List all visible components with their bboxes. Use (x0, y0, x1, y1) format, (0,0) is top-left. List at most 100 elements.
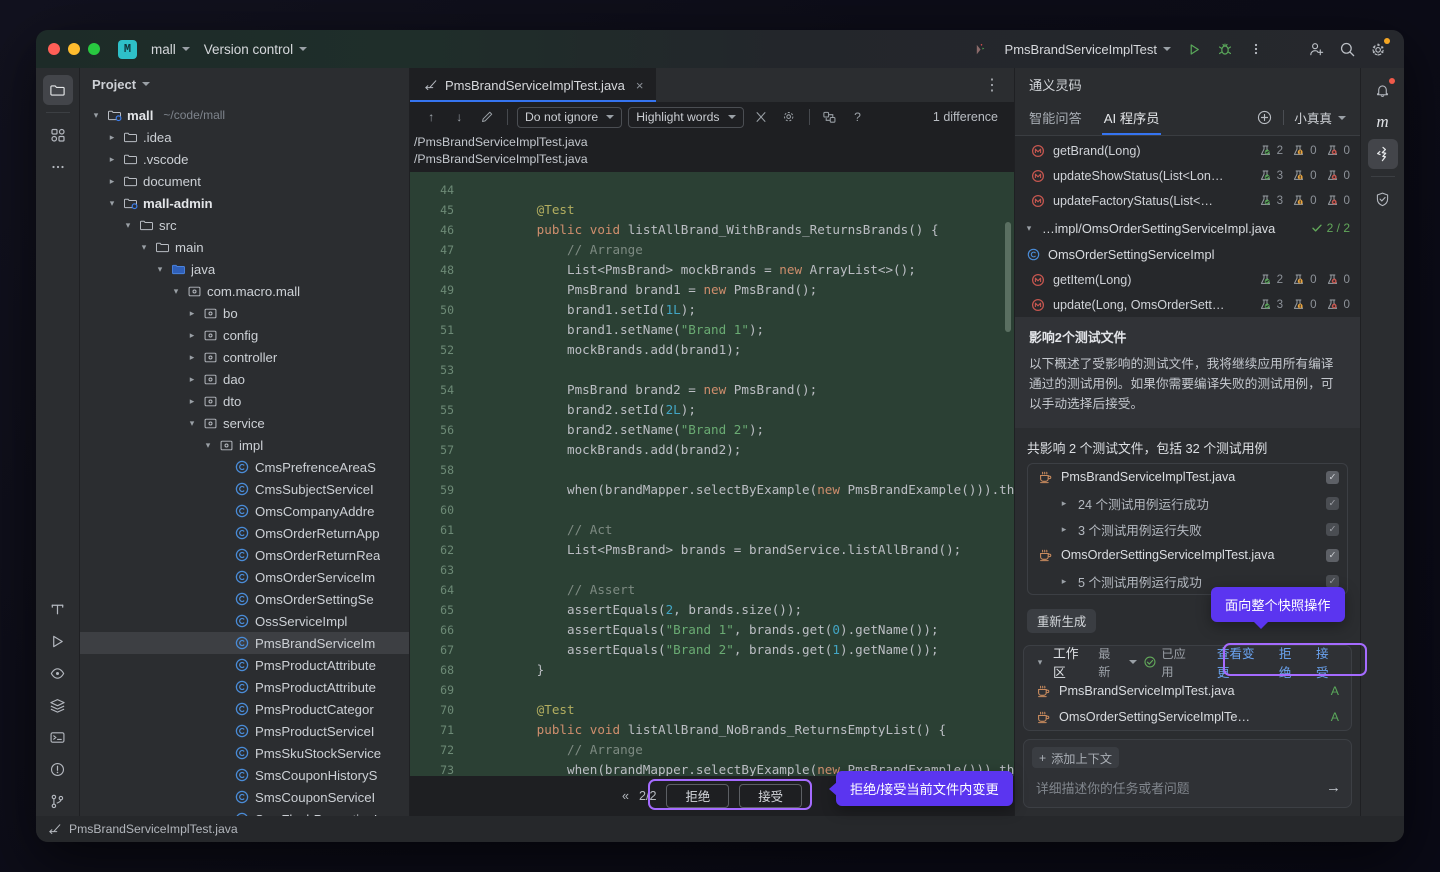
tree-item-pmsproductattribute[interactable]: PmsProductAttribute (80, 676, 409, 698)
impact-sub-row[interactable]: 24 个测试用例运行成功✓ (1028, 490, 1347, 516)
accept-all-link[interactable]: 接受 (1316, 645, 1341, 681)
tree-item-main[interactable]: main (80, 236, 409, 258)
tree-item-dao[interactable]: dao (80, 368, 409, 390)
tree-item-mall[interactable]: mall~/code/mall (80, 104, 409, 126)
security-shield-icon[interactable] (1368, 184, 1398, 214)
tree-item-omsorderreturnrea[interactable]: OmsOrderReturnRea (80, 544, 409, 566)
affected-file-row[interactable]: …impl/OmsOrderSettingServiceImpl.java 2 … (1015, 215, 1360, 241)
tree-item-ossserviceimpl[interactable]: OssServiceImpl (80, 610, 409, 632)
tree-item-document[interactable]: document (80, 170, 409, 192)
chevron-down-icon[interactable] (186, 418, 198, 429)
tested-method-row[interactable]: update(Long, OmsOrderSett…300 (1015, 292, 1360, 317)
tab-smart-qa[interactable]: 智能问答 (1029, 108, 1082, 135)
chevron-down-icon[interactable] (202, 440, 214, 451)
editor-vertical-scrollbar[interactable] (1005, 222, 1011, 332)
tree-item-smscouponhistorys[interactable]: SmsCouponHistoryS (80, 764, 409, 786)
pencil-icon[interactable] (476, 107, 498, 127)
code-content[interactable]: @Test public void listAllBrand_WithBrand… (462, 172, 1014, 776)
diff-navigation[interactable]: « 2/2 (622, 789, 657, 803)
plus-circle-icon[interactable] (1256, 109, 1273, 126)
editor-tab-options-icon[interactable]: ⋮ (984, 75, 1014, 95)
debug-icon[interactable] (1211, 36, 1239, 62)
ai-conversation-scroll[interactable]: getBrand(Long)200updateShowStatus(List<L… (1015, 136, 1360, 645)
project-selector[interactable]: mall (144, 39, 197, 60)
workspace-file-row[interactable]: OmsOrderSettingServiceImplTe…A (1024, 704, 1351, 730)
tree-item-omsordersettingse[interactable]: OmsOrderSettingSe (80, 588, 409, 610)
add-context-button[interactable]: + 添加上下文 (1032, 747, 1119, 768)
chevron-down-icon[interactable] (106, 198, 118, 209)
tested-method-row[interactable]: updateShowStatus(List<Lon…300 (1015, 163, 1360, 188)
tree-item-mall-admin[interactable]: mall-admin (80, 192, 409, 214)
impact-file-row[interactable]: OmsOrderSettingServiceImplTest.java✓ (1028, 542, 1347, 568)
tree-item-service[interactable]: service (80, 412, 409, 434)
gear-icon[interactable] (778, 107, 800, 127)
structure-icon[interactable] (43, 120, 73, 150)
impact-row-checkbox[interactable]: ✓ (1326, 497, 1339, 510)
minimize-window-button[interactable] (68, 43, 80, 55)
chevron-right-icon[interactable] (1058, 498, 1070, 509)
impact-sub-row[interactable]: 3 个测试用例运行失败✓ (1028, 516, 1347, 542)
chevron-down-icon[interactable] (154, 264, 166, 275)
workspace-file-row[interactable]: PmsBrandServiceImplTest.javaA (1024, 678, 1351, 704)
impact-file-row[interactable]: PmsBrandServiceImplTest.java✓ (1028, 464, 1347, 490)
previous-difference-icon[interactable]: ↑ (420, 107, 442, 127)
impact-row-checkbox[interactable]: ✓ (1326, 523, 1339, 536)
maven-icon[interactable]: m (1368, 107, 1398, 137)
chevron-right-icon[interactable] (186, 330, 198, 341)
chevron-down-icon[interactable] (1129, 660, 1137, 664)
chevron-right-icon[interactable] (1058, 576, 1070, 587)
prompt-row[interactable]: 详细描述你的任务或者问题 → (1032, 776, 1343, 801)
close-icon[interactable]: × (636, 78, 644, 93)
tree-item-pmsbrandserviceim[interactable]: PmsBrandServiceIm (80, 632, 409, 654)
ai-assistant-icon[interactable] (1368, 139, 1398, 169)
tree-item-dto[interactable]: dto (80, 390, 409, 412)
problems-icon[interactable] (43, 754, 73, 784)
debug-tool-icon[interactable] (43, 658, 73, 688)
chevron-right-icon[interactable] (186, 374, 198, 385)
tree-item-omsorderreturnapp[interactable]: OmsOrderReturnApp (80, 522, 409, 544)
tree-item-pmsproductcategor[interactable]: PmsProductCategor (80, 698, 409, 720)
send-icon[interactable]: → (1326, 779, 1341, 796)
editor-tab-pmsbrandserviceimpltest[interactable]: PmsBrandServiceImplTest.java × (410, 68, 656, 102)
impact-row-checkbox[interactable]: ✓ (1326, 549, 1339, 562)
reject-file-changes-button[interactable]: 拒绝 (666, 784, 729, 808)
terminal-icon[interactable] (43, 722, 73, 752)
tested-method-row[interactable]: updateFactoryStatus(List<…300 (1015, 188, 1360, 213)
project-tree[interactable]: mall~/code/mall.idea.vscodedocumentmall-… (80, 100, 409, 816)
tree-item-omsorderserviceim[interactable]: OmsOrderServiceIm (80, 566, 409, 588)
chevron-right-icon[interactable] (186, 396, 198, 407)
tree-item-config[interactable]: config (80, 324, 409, 346)
chevron-right-icon[interactable] (186, 352, 198, 363)
affected-class-row[interactable]: OmsOrderSettingServiceImpl (1015, 241, 1360, 267)
close-window-button[interactable] (48, 43, 60, 55)
tested-method-row[interactable]: getBrand(Long)200 (1015, 138, 1360, 163)
tree-item-cmsprefrenceareas[interactable]: CmsPrefrenceAreaS (80, 456, 409, 478)
window-controls[interactable] (48, 43, 100, 55)
notifications-icon[interactable] (1368, 75, 1398, 105)
highlight-mode-select[interactable]: Highlight words (628, 107, 743, 128)
run-icon[interactable] (1180, 36, 1208, 62)
tree-item-cmssubjectservicei[interactable]: CmsSubjectServiceI (80, 478, 409, 500)
more-tool-windows-icon[interactable] (43, 152, 73, 182)
settings-icon[interactable] (1364, 36, 1392, 62)
search-icon[interactable] (1333, 36, 1361, 62)
tree-item-src[interactable]: src (80, 214, 409, 236)
regenerate-button[interactable]: 重新生成 (1027, 609, 1096, 633)
tree-item-smsflashpromotioni[interactable]: SmsFlashPromotionI (80, 808, 409, 816)
chevron-down-icon[interactable] (90, 110, 102, 121)
view-changes-link[interactable]: 查看变更 (1217, 645, 1267, 681)
next-difference-icon[interactable]: ↓ (448, 107, 470, 127)
project-panel-header[interactable]: Project (80, 68, 409, 100)
tree-item-pmsskustockservice[interactable]: PmsSkuStockService (80, 742, 409, 764)
maximize-window-button[interactable] (88, 43, 100, 55)
ai-user-selector[interactable]: 小真真 (1294, 108, 1346, 127)
tree-item-impl[interactable]: impl (80, 434, 409, 456)
version-control-icon[interactable] (43, 786, 73, 816)
tree-item-com-macro-mall[interactable]: com.macro.mall (80, 280, 409, 302)
chevron-right-icon[interactable] (106, 132, 118, 143)
add-user-icon[interactable] (1302, 36, 1330, 62)
accept-file-changes-button[interactable]: 接受 (739, 784, 802, 808)
tree-item-pmsproductservicei[interactable]: PmsProductServiceI (80, 720, 409, 742)
help-icon[interactable]: ? (847, 107, 869, 127)
chevron-right-icon[interactable] (186, 308, 198, 319)
